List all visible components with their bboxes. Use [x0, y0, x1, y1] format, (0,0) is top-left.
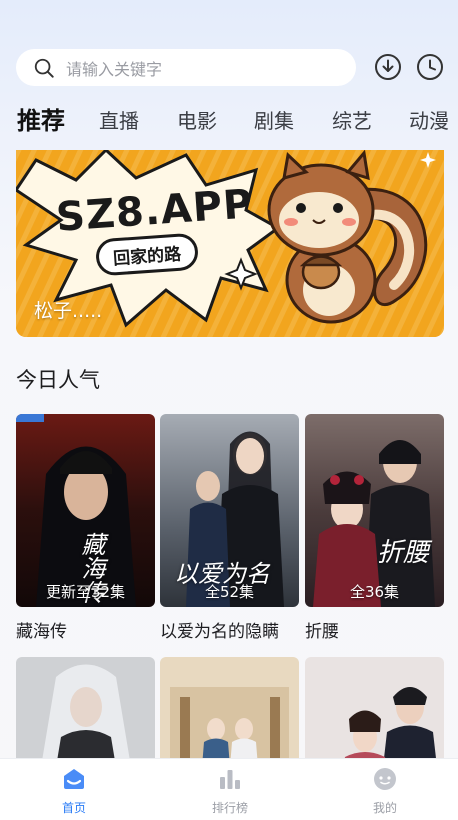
nav-ranking[interactable]: 排行榜	[190, 767, 270, 816]
poster-image	[305, 657, 444, 767]
history-clock-icon[interactable]	[416, 53, 444, 81]
tab-series[interactable]: 剧集	[254, 104, 294, 138]
episode-badge: 更新至32集	[45, 583, 126, 601]
video-card[interactable]	[160, 657, 299, 767]
video-card[interactable]: 以爱为名 全52集 以爱为名的隐瞒	[160, 414, 299, 642]
video-card[interactable]	[16, 657, 155, 767]
poster-image: 藏海传 更新至32集	[16, 414, 155, 607]
video-card[interactable]: 藏海传 更新至32集 藏海传	[16, 414, 155, 642]
search-placeholder: 请输入关键字	[66, 59, 163, 79]
poster-image	[16, 657, 155, 767]
banner-caption: 松子.....	[34, 300, 103, 322]
download-icon[interactable]	[374, 53, 402, 81]
bottom-nav: 首页 排行榜 我的	[0, 758, 458, 820]
section-title-popular-today: 今日人气	[16, 368, 100, 392]
banner-subtitle: 回家的路	[94, 232, 200, 277]
category-tabs: 推荐 直播 电影 剧集 综艺 动漫	[17, 104, 458, 138]
poster-image: 以爱为名 全52集	[160, 414, 299, 607]
nav-home-label: 首页	[61, 801, 86, 815]
video-title: 以爱为名的隐瞒	[160, 622, 279, 642]
tab-variety[interactable]: 综艺	[332, 104, 372, 138]
video-card[interactable]: 折腰 全36集 折腰	[305, 414, 444, 642]
tab-movies[interactable]: 电影	[177, 104, 217, 138]
tab-live[interactable]: 直播	[99, 104, 139, 138]
search-icon	[34, 58, 54, 78]
search-row: 请输入关键字	[16, 49, 444, 87]
nav-profile[interactable]: 我的	[345, 767, 425, 816]
search-input[interactable]: 请输入关键字	[16, 49, 356, 86]
poster-title-text: 折腰	[377, 538, 430, 568]
tab-recommend[interactable]: 推荐	[17, 104, 65, 138]
nav-ranking-label: 排行榜	[211, 801, 248, 815]
poster-image	[160, 657, 299, 767]
video-card[interactable]	[305, 657, 444, 767]
poster-image: 折腰 全36集	[305, 414, 444, 607]
home-icon	[64, 769, 84, 789]
promo-banner[interactable]: SZ8.APP 回家的路 松子.....	[16, 150, 444, 337]
nav-profile-label: 我的	[372, 801, 397, 815]
video-title: 藏海传	[16, 622, 67, 642]
nav-home[interactable]: 首页	[34, 767, 114, 816]
episode-badge: 全36集	[349, 583, 400, 601]
tab-anime[interactable]: 动漫	[409, 104, 449, 138]
video-title: 折腰	[305, 622, 339, 642]
bar-chart-icon	[220, 770, 240, 789]
episode-badge: 全52集	[204, 583, 255, 601]
profile-face-icon	[374, 768, 396, 790]
